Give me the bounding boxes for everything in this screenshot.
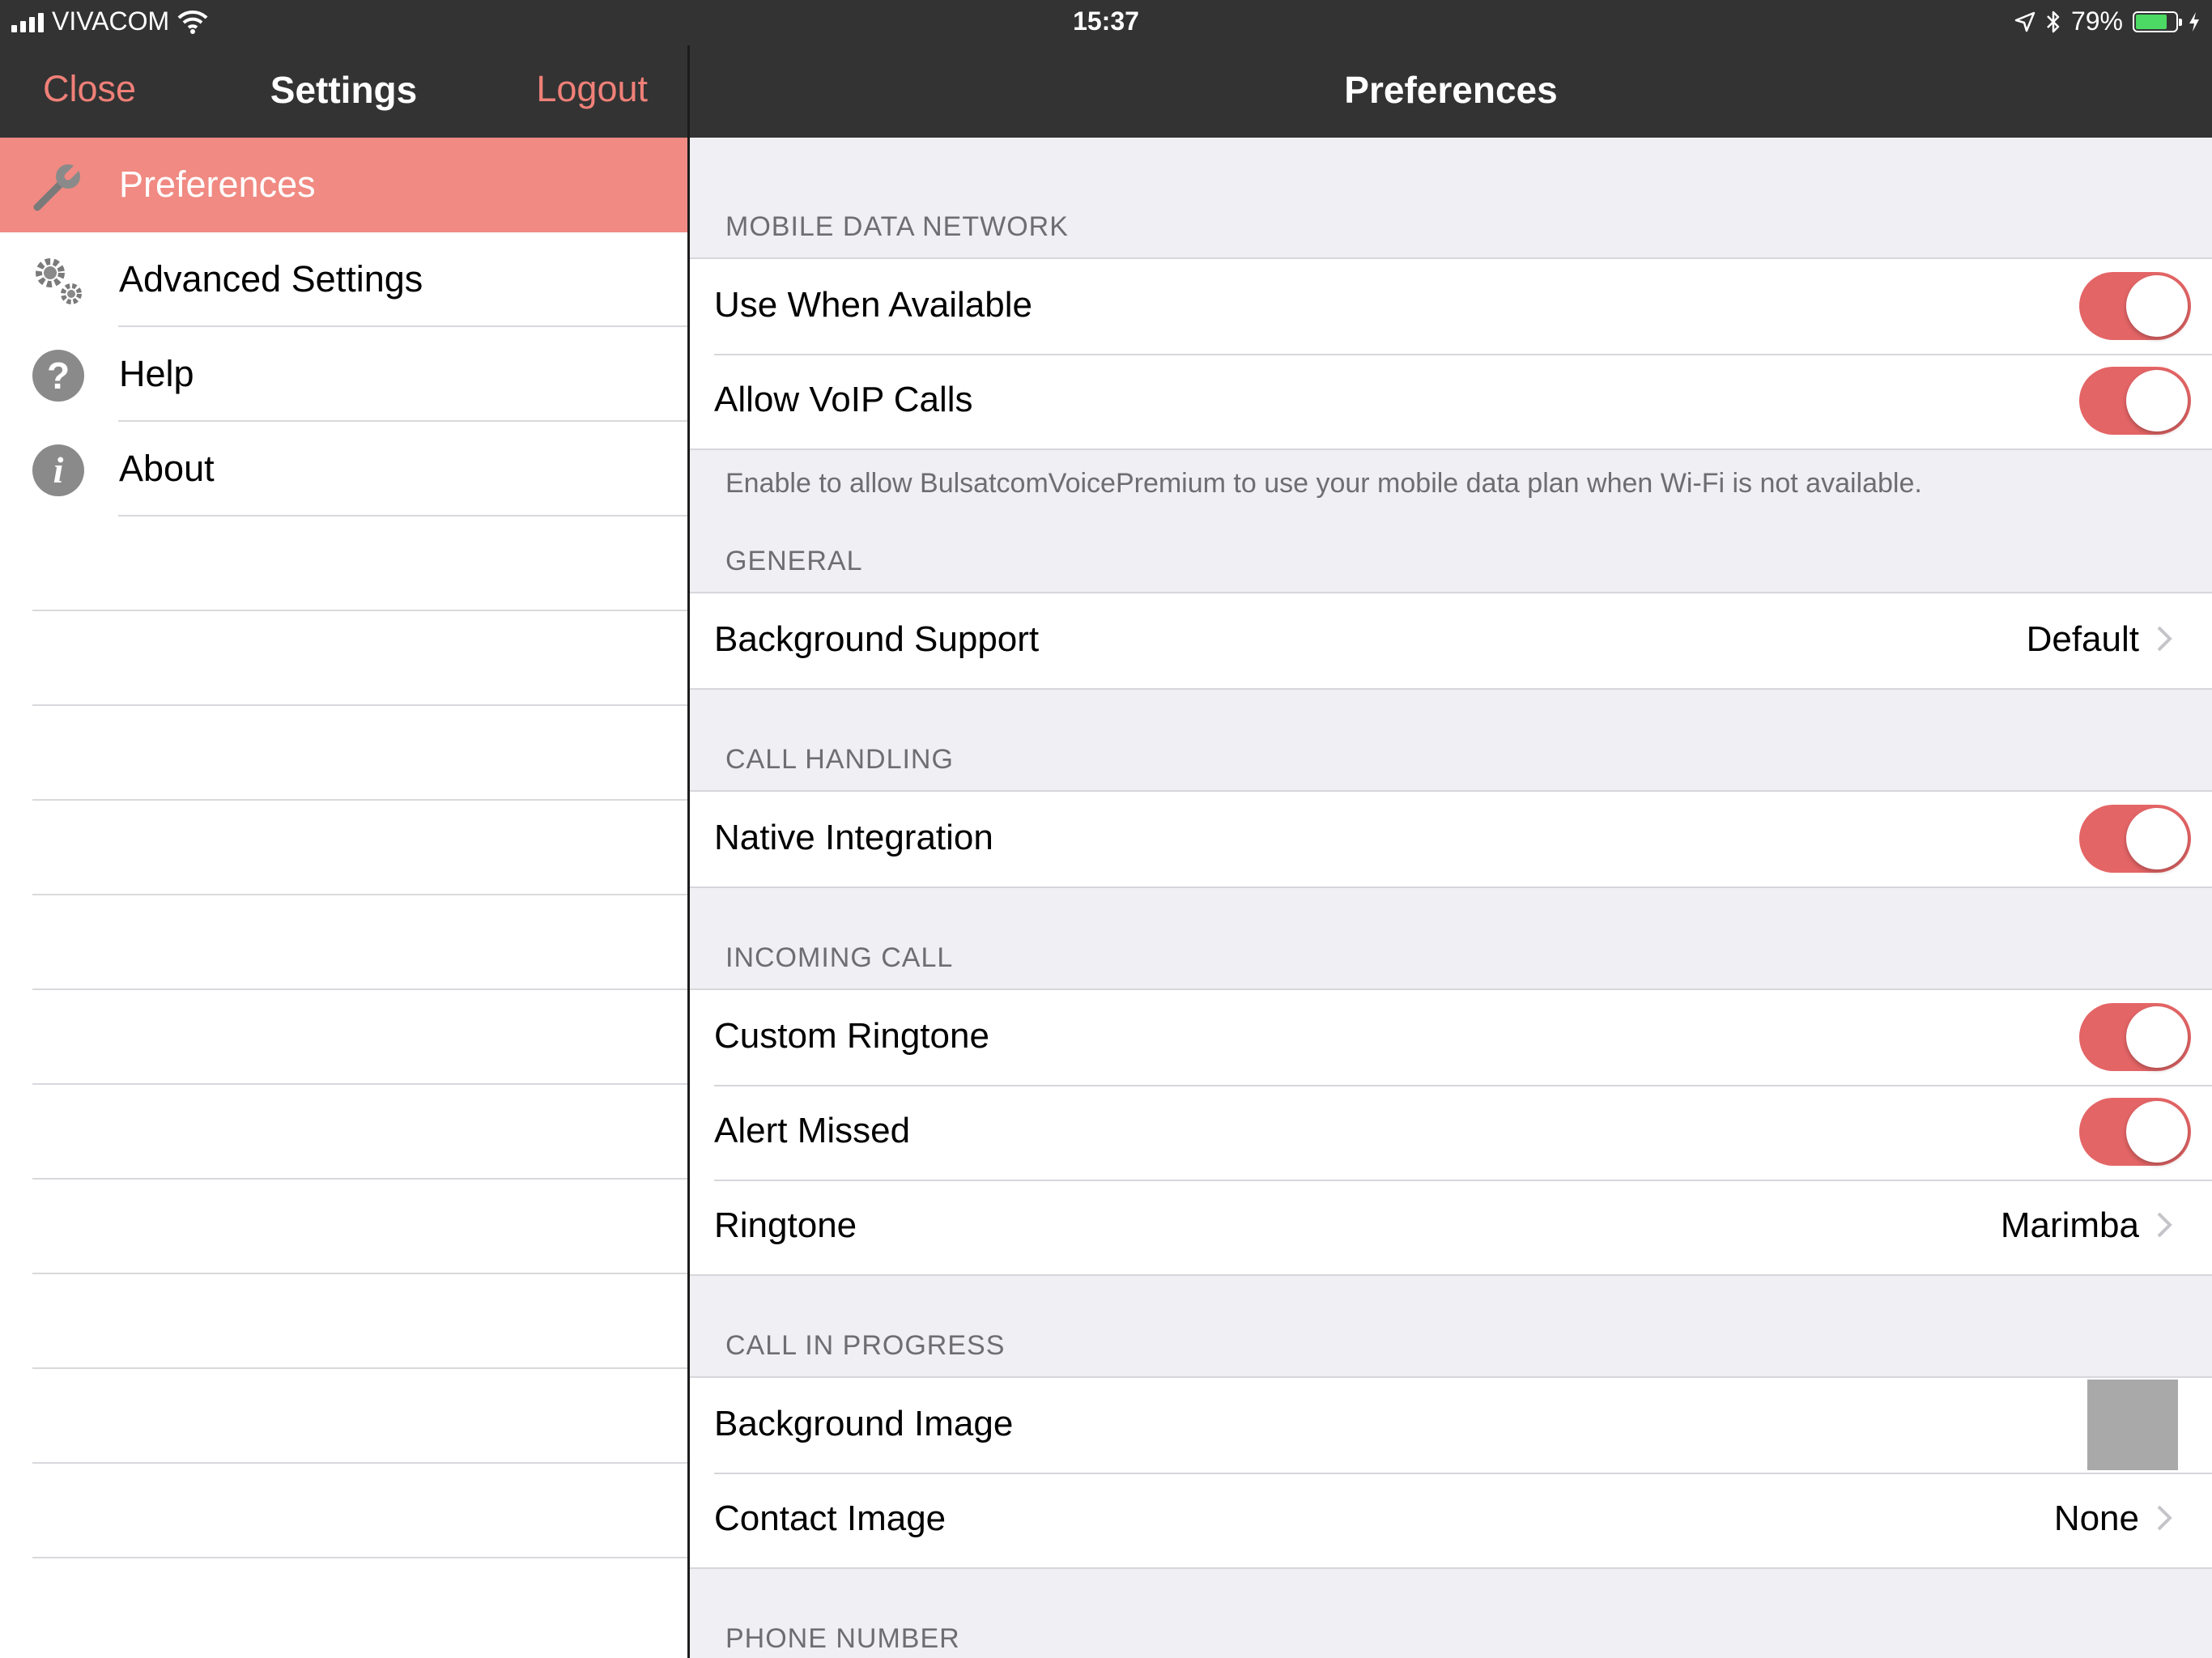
- gears-icon: [32, 255, 86, 308]
- row-native-integration: Native Integration: [690, 792, 2212, 886]
- empty-row: [32, 895, 687, 990]
- sidebar-menu: Preferences Advanced Settings ? Help i A…: [0, 138, 687, 517]
- sidebar-item-about[interactable]: i About: [0, 422, 687, 517]
- empty-row: [32, 1464, 687, 1558]
- sidebar-nav-bar: Close Settings Logout: [0, 45, 687, 138]
- row-use-when-available: Use When Available: [690, 259, 2212, 354]
- mobile-data-footer: Enable to allow BulsatcomVoicePremium to…: [725, 468, 1922, 499]
- signal-strength-icon: [11, 11, 44, 32]
- row-value: None: [2053, 1499, 2139, 1538]
- row-label: Native Integration: [714, 818, 993, 857]
- section-header-incoming-call: INCOMING CALL: [725, 942, 954, 973]
- group-incoming-call: Custom Ringtone Alert Missed Ringtone Ma…: [690, 988, 2212, 1276]
- group-call-handling: Native Integration: [690, 790, 2212, 888]
- row-custom-ringtone: Custom Ringtone: [690, 990, 2212, 1085]
- row-value: Marimba: [2000, 1205, 2139, 1245]
- custom-ringtone-toggle[interactable]: [2079, 1003, 2191, 1071]
- empty-row: [32, 1369, 687, 1464]
- page-title: Preferences: [1344, 69, 1558, 111]
- row-label: Custom Ringtone: [714, 1016, 989, 1056]
- row-label: Allow VoIP Calls: [714, 380, 973, 419]
- help-icon: ?: [32, 350, 86, 403]
- sidebar-item-label: Advanced Settings: [119, 258, 423, 300]
- background-image-thumbnail[interactable]: [2087, 1380, 2178, 1470]
- empty-row: [32, 1085, 687, 1180]
- section-header-phone-number: PHONE NUMBER: [725, 1623, 960, 1654]
- status-left: VIVACOM: [11, 6, 208, 36]
- group-call-in-progress: Background Image Contact Image None: [690, 1376, 2212, 1569]
- use-when-available-toggle[interactable]: [2079, 272, 2191, 340]
- battery-level: [2136, 14, 2167, 29]
- status-right: 79%: [2014, 6, 2201, 36]
- sidebar-item-label: Help: [119, 353, 194, 394]
- allow-voip-calls-toggle[interactable]: [2079, 367, 2191, 435]
- status-time: 15:37: [1073, 6, 1139, 36]
- status-bar: VIVACOM 15:37 79%: [0, 0, 2212, 45]
- empty-row: [32, 706, 687, 801]
- empty-row: [32, 1274, 687, 1369]
- battery-icon: [2133, 11, 2182, 32]
- sidebar-item-label: Preferences: [119, 164, 316, 205]
- sidebar-empty-rows: [32, 517, 687, 1558]
- section-header-mobile-data: MOBILE DATA NETWORK: [725, 211, 1069, 242]
- carrier-name: VIVACOM: [52, 6, 170, 36]
- wrench-icon: [32, 160, 86, 214]
- info-icon: i: [32, 444, 86, 498]
- empty-row: [32, 611, 687, 706]
- native-integration-toggle[interactable]: [2079, 805, 2191, 873]
- section-header-general: GENERAL: [725, 546, 863, 576]
- charging-bolt-icon: [2189, 11, 2199, 32]
- row-value: Default: [2026, 619, 2139, 659]
- battery-percent: 79%: [2070, 6, 2123, 36]
- logout-button[interactable]: Logout: [536, 68, 648, 110]
- section-header-call-handling: CALL HANDLING: [725, 744, 954, 775]
- bluetooth-icon: [2047, 11, 2060, 32]
- settings-sidebar: Close Settings Logout Preferences Advanc…: [0, 0, 690, 1658]
- empty-row: [32, 990, 687, 1085]
- alert-missed-toggle[interactable]: [2079, 1098, 2191, 1166]
- row-alert-missed: Alert Missed: [690, 1085, 2212, 1180]
- row-label: Use When Available: [714, 285, 1032, 325]
- row-label: Background Support: [714, 619, 1040, 659]
- sidebar-item-advanced-settings[interactable]: Advanced Settings: [0, 232, 687, 327]
- sidebar-item-label: About: [119, 448, 215, 489]
- group-mobile-data: Use When Available Allow VoIP Calls: [690, 257, 2212, 450]
- empty-row: [32, 517, 687, 611]
- chevron-right-icon: [2157, 626, 2172, 652]
- sidebar-item-help[interactable]: ? Help: [0, 327, 687, 422]
- empty-row: [32, 1180, 687, 1274]
- row-label: Ringtone: [714, 1205, 857, 1245]
- group-general: Background Support Default: [690, 592, 2212, 690]
- wifi-icon: [177, 10, 208, 34]
- location-arrow-icon: [2014, 11, 2035, 32]
- row-contact-image[interactable]: Contact Image None: [690, 1473, 2212, 1567]
- preferences-content[interactable]: MOBILE DATA NETWORK Use When Available A…: [690, 138, 2212, 1658]
- sidebar-item-preferences[interactable]: Preferences: [0, 138, 687, 232]
- row-allow-voip-calls: Allow VoIP Calls: [690, 354, 2212, 449]
- row-label: Alert Missed: [714, 1111, 911, 1150]
- chevron-right-icon: [2157, 1505, 2172, 1531]
- row-background-image[interactable]: Background Image: [690, 1378, 2212, 1473]
- chevron-right-icon: [2157, 1212, 2172, 1238]
- empty-row: [32, 801, 687, 895]
- row-background-support[interactable]: Background Support Default: [690, 593, 2212, 688]
- section-header-call-in-progress: CALL IN PROGRESS: [725, 1330, 1006, 1361]
- main-nav-bar: Preferences: [690, 45, 2212, 138]
- row-ringtone[interactable]: Ringtone Marimba: [690, 1180, 2212, 1274]
- row-label: Contact Image: [714, 1499, 946, 1538]
- row-label: Background Image: [714, 1404, 1014, 1443]
